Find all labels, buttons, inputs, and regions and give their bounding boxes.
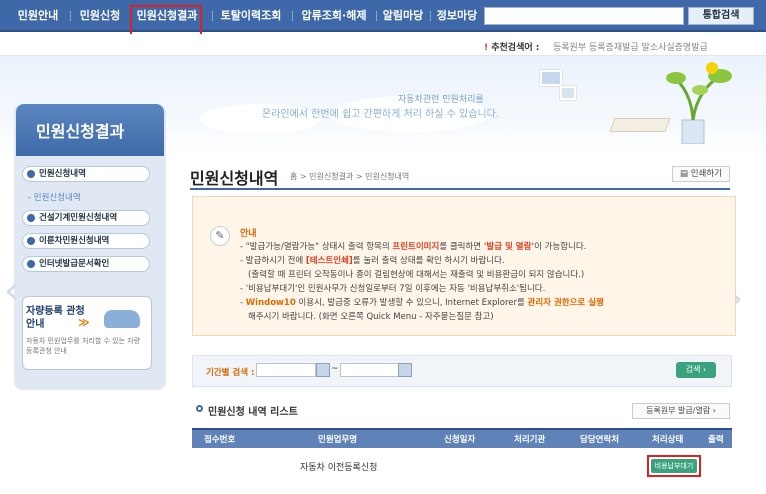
status-highlight [647, 455, 701, 477]
date-from-input[interactable] [256, 363, 316, 377]
car-icon [104, 310, 140, 328]
page-title: 민원신청내역 [190, 169, 279, 188]
notice-line-1: - "발급가능/열람가능" 상태시 출력 항목의 프린트이미지를 클릭하면 '발… [240, 242, 587, 252]
promo-text: 자동차 민원업무를 처리할 수 있는 자량등록관청 안내 [26, 337, 141, 355]
sidebar-item-doc-verify[interactable]: 인터넷발급문서확인 [22, 256, 150, 272]
date-range-separator: ~ [331, 364, 339, 374]
nav-divider [292, 11, 293, 21]
period-search-button[interactable]: 검색 › [676, 362, 716, 378]
printer-icon: ▤ [679, 169, 691, 179]
sidebar-title: 민원신청결과 [16, 104, 164, 156]
nav-civil-guide[interactable]: 민원안내 [8, 0, 68, 32]
sidebar-item-construction[interactable]: 건설기계민원신청내역 [22, 210, 150, 226]
title-divider [190, 188, 730, 190]
nav-divider [70, 11, 71, 21]
col-header-output: 출력 [708, 435, 724, 445]
notice-line-5: - Window10 이용시, 발급중 오류가 발생할 수 있으니, Inter… [240, 298, 604, 308]
date-to-input[interactable] [340, 363, 400, 377]
col-header-status: 처리상태 [652, 435, 684, 445]
breadcrumb: 홈 > 민원신청결과 > 민원신청내역 [290, 172, 410, 181]
nav-total-history[interactable]: 토탈이력조회 [214, 0, 288, 32]
list-title: 민원신청 내역 리스트 [208, 407, 298, 418]
plant-icon [666, 62, 732, 144]
col-header-contact: 담당연락처 [580, 435, 620, 445]
cell-task: 자동차 이전등록신청 [300, 463, 378, 473]
banner-line2: 온라인에서 한번에 쉽고 간편하게 처리 하실 수 있습니다. [262, 109, 500, 120]
period-label: 기간별 검색 : [206, 368, 255, 378]
book-icon [609, 118, 671, 132]
photo-frame-icon [540, 70, 562, 86]
bullet-icon [27, 237, 35, 245]
nav-notice[interactable]: 알림마당 [378, 0, 428, 32]
sidebar-item-motorcycle[interactable]: 이륜차민원신청내역 [22, 233, 150, 249]
col-header-agency: 처리기관 [514, 435, 546, 445]
col-header-number: 접수번호 [204, 435, 236, 445]
banner-line1: 자동차관련 민원처리를 [398, 95, 484, 105]
sidebar-item-civil-history[interactable]: 민원신청내역 [22, 166, 150, 182]
notice-line-6: 해주시기 바랍니다. (화면 오른쪽 Quick Menu - 자주묻는질문 참… [248, 312, 494, 322]
col-header-task: 민원업무명 [318, 435, 358, 445]
nav-seizure[interactable]: 압류조회·해제 [294, 0, 374, 32]
promo-arrow-icon: ≫ [78, 316, 90, 329]
info-icon: ✎ [210, 226, 230, 246]
register-issue-button[interactable]: 등록원부 발급/열람 › [632, 403, 730, 419]
sidebar-subitem-civil-history[interactable]: - 민원신청내역 [28, 191, 81, 203]
photo-frame-icon [560, 86, 576, 100]
nav-divider [430, 11, 431, 21]
notice-line-3: (출력할 때 프린터 오작동이나 종이 걸림현상에 대해서는 재출력 및 비용환… [248, 270, 585, 280]
bullet-icon [27, 170, 35, 178]
nav-info[interactable]: 정보마당 [432, 0, 482, 32]
notice-line-2: - 발급하시기 전에 [테스트인쇄]를 눌러 출력 상태를 확인 하시기 바랍니… [240, 256, 505, 266]
nav-divider [212, 11, 213, 21]
bullet-icon [27, 214, 35, 222]
list-bullet-icon [196, 405, 203, 412]
calendar-icon[interactable] [316, 363, 330, 377]
calendar-icon[interactable] [398, 363, 412, 377]
bullet-icon [27, 260, 35, 268]
col-header-date: 신청일자 [444, 435, 476, 445]
global-search-input[interactable] [484, 7, 684, 25]
chevron-left-icon[interactable]: ‹ [4, 270, 19, 310]
nav-divider [376, 11, 377, 21]
notice-heading: 안내 [240, 229, 257, 239]
notice-line-4: - '비용납부대기'인 민원사무가 신청일로부터 7일 이후에는 자동 '비용납… [240, 284, 546, 294]
recommend-links[interactable]: 등록원부 등록증재발급 말소사실증명발급 [553, 40, 708, 53]
print-button[interactable]: ▤ 인쇄하기 [672, 166, 730, 182]
global-search-button[interactable]: 통합검색 [688, 7, 754, 25]
promo-title: 자량등록 관청 안내 [26, 306, 85, 330]
recommend-label: ! 추천검색어 : [484, 43, 540, 53]
nav-civil-apply[interactable]: 민원신청 [72, 0, 128, 32]
